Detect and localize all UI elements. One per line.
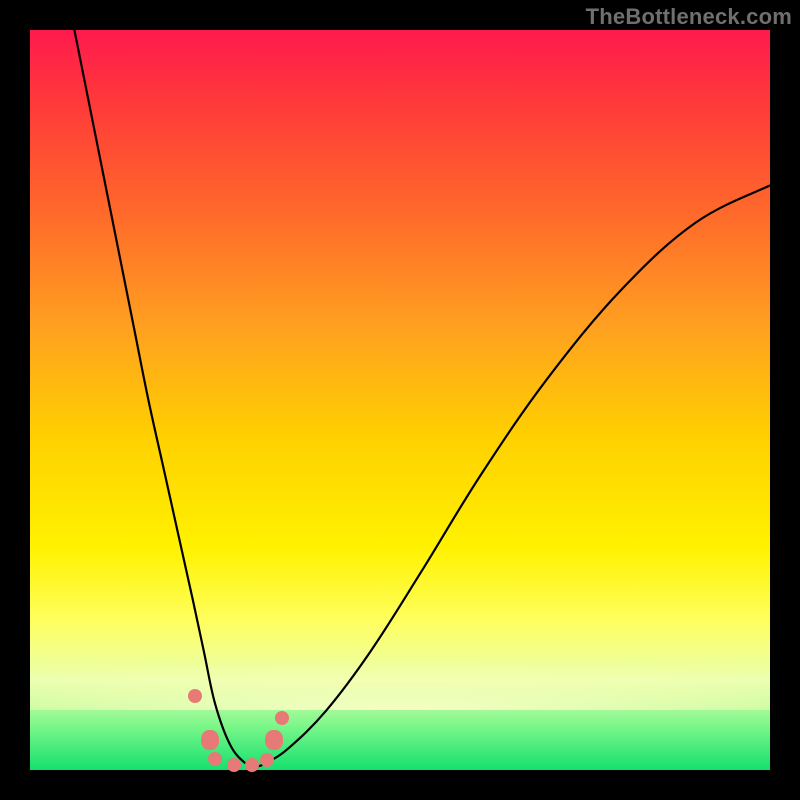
bottleneck-curve	[74, 30, 770, 766]
data-point	[208, 752, 222, 766]
data-point	[275, 711, 289, 725]
chart-frame: TheBottleneck.com	[0, 0, 800, 800]
data-point	[265, 730, 283, 750]
plot-area	[30, 30, 770, 770]
data-point	[227, 758, 241, 772]
glow-band	[30, 640, 770, 710]
data-point	[260, 753, 274, 767]
curve-svg	[30, 30, 770, 770]
data-point	[188, 689, 202, 703]
data-point	[201, 730, 219, 750]
attribution-text: TheBottleneck.com	[586, 4, 792, 30]
data-point	[245, 758, 259, 772]
